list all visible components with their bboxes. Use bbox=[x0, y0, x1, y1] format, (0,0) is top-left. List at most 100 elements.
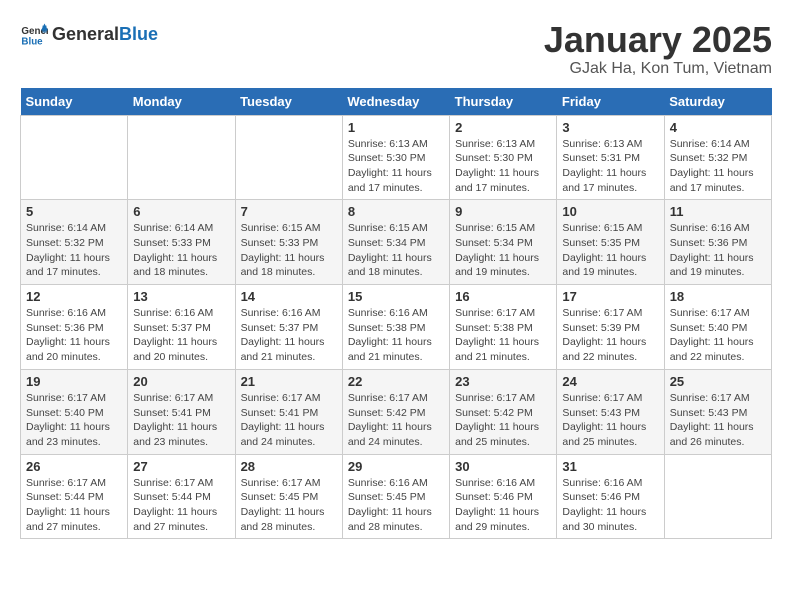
week-row-1: 1 Sunrise: 6:13 AMSunset: 5:30 PMDaylight… bbox=[21, 115, 772, 200]
day-info: Sunrise: 6:17 AMSunset: 5:44 PMDaylight:… bbox=[133, 476, 229, 535]
calendar-cell: 23 Sunrise: 6:17 AMSunset: 5:42 PMDayligh… bbox=[450, 369, 557, 454]
calendar-cell bbox=[21, 115, 128, 200]
title-block: January 2025 GJak Ha, Kon Tum, Vietnam bbox=[544, 20, 772, 78]
day-number: 19 bbox=[26, 374, 122, 389]
weekday-header-sunday: Sunday bbox=[21, 88, 128, 116]
calendar-cell: 21 Sunrise: 6:17 AMSunset: 5:41 PMDayligh… bbox=[235, 369, 342, 454]
day-number: 21 bbox=[241, 374, 337, 389]
day-number: 18 bbox=[670, 289, 766, 304]
weekday-header-wednesday: Wednesday bbox=[342, 88, 449, 116]
weekday-header-tuesday: Tuesday bbox=[235, 88, 342, 116]
calendar-cell: 29 Sunrise: 6:16 AMSunset: 5:45 PMDayligh… bbox=[342, 454, 449, 539]
day-number: 5 bbox=[26, 204, 122, 219]
calendar-cell: 8 Sunrise: 6:15 AMSunset: 5:34 PMDaylight… bbox=[342, 200, 449, 285]
calendar-cell bbox=[128, 115, 235, 200]
day-info: Sunrise: 6:16 AMSunset: 5:38 PMDaylight:… bbox=[348, 306, 444, 365]
calendar-cell: 19 Sunrise: 6:17 AMSunset: 5:40 PMDayligh… bbox=[21, 369, 128, 454]
day-number: 28 bbox=[241, 459, 337, 474]
calendar-subtitle: GJak Ha, Kon Tum, Vietnam bbox=[544, 60, 772, 78]
calendar-cell: 16Sunrise: 6:17 AMSunset: 5:38 PMDayligh… bbox=[450, 285, 557, 370]
calendar-cell: 22 Sunrise: 6:17 AMSunset: 5:42 PMDayligh… bbox=[342, 369, 449, 454]
day-info: Sunrise: 6:16 AMSunset: 5:37 PMDaylight:… bbox=[133, 306, 229, 365]
calendar-table: SundayMondayTuesdayWednesdayThursdayFrid… bbox=[20, 88, 772, 540]
week-row-2: 5 Sunrise: 6:14 AMSunset: 5:32 PMDaylight… bbox=[21, 200, 772, 285]
day-number: 25 bbox=[670, 374, 766, 389]
weekday-header-thursday: Thursday bbox=[450, 88, 557, 116]
day-info: Sunrise: 6:13 AMSunset: 5:30 PMDaylight:… bbox=[348, 137, 444, 196]
day-number: 17 bbox=[562, 289, 658, 304]
calendar-cell: 28 Sunrise: 6:17 AMSunset: 5:45 PMDayligh… bbox=[235, 454, 342, 539]
day-info: Sunrise: 6:16 AMSunset: 5:46 PMDaylight:… bbox=[455, 476, 551, 535]
day-number: 23 bbox=[455, 374, 551, 389]
day-info: Sunrise: 6:17 AMSunset: 5:43 PMDaylight:… bbox=[670, 391, 766, 450]
day-number: 7 bbox=[241, 204, 337, 219]
day-number: 26 bbox=[26, 459, 122, 474]
week-row-5: 26 Sunrise: 6:17 AMSunset: 5:44 PMDayligh… bbox=[21, 454, 772, 539]
calendar-cell: 24 Sunrise: 6:17 AMSunset: 5:43 PMDayligh… bbox=[557, 369, 664, 454]
calendar-cell: 1 Sunrise: 6:13 AMSunset: 5:30 PMDaylight… bbox=[342, 115, 449, 200]
calendar-cell: 9Sunrise: 6:15 AMSunset: 5:34 PMDaylight… bbox=[450, 200, 557, 285]
day-info: Sunrise: 6:17 AMSunset: 5:41 PMDaylight:… bbox=[241, 391, 337, 450]
day-info: Sunrise: 6:16 AMSunset: 5:46 PMDaylight:… bbox=[562, 476, 658, 535]
day-info: Sunrise: 6:17 AMSunset: 5:45 PMDaylight:… bbox=[241, 476, 337, 535]
logo-general-text: General bbox=[52, 25, 119, 43]
day-info: Sunrise: 6:15 AMSunset: 5:34 PMDaylight:… bbox=[348, 221, 444, 280]
calendar-cell: 11 Sunrise: 6:16 AMSunset: 5:36 PMDayligh… bbox=[664, 200, 771, 285]
day-info: Sunrise: 6:15 AMSunset: 5:35 PMDaylight:… bbox=[562, 221, 658, 280]
day-number: 22 bbox=[348, 374, 444, 389]
calendar-cell: 6Sunrise: 6:14 AMSunset: 5:33 PMDaylight… bbox=[128, 200, 235, 285]
day-number: 6 bbox=[133, 204, 229, 219]
day-info: Sunrise: 6:14 AMSunset: 5:32 PMDaylight:… bbox=[670, 137, 766, 196]
day-number: 20 bbox=[133, 374, 229, 389]
day-info: Sunrise: 6:13 AMSunset: 5:31 PMDaylight:… bbox=[562, 137, 658, 196]
day-number: 12 bbox=[26, 289, 122, 304]
calendar-cell: 14Sunrise: 6:16 AMSunset: 5:37 PMDayligh… bbox=[235, 285, 342, 370]
day-info: Sunrise: 6:16 AMSunset: 5:45 PMDaylight:… bbox=[348, 476, 444, 535]
calendar-cell: 26 Sunrise: 6:17 AMSunset: 5:44 PMDayligh… bbox=[21, 454, 128, 539]
day-info: Sunrise: 6:15 AMSunset: 5:34 PMDaylight:… bbox=[455, 221, 551, 280]
calendar-cell: 20 Sunrise: 6:17 AMSunset: 5:41 PMDayligh… bbox=[128, 369, 235, 454]
calendar-cell: 7Sunrise: 6:15 AMSunset: 5:33 PMDaylight… bbox=[235, 200, 342, 285]
week-row-4: 19 Sunrise: 6:17 AMSunset: 5:40 PMDayligh… bbox=[21, 369, 772, 454]
day-number: 29 bbox=[348, 459, 444, 474]
day-info: Sunrise: 6:17 AMSunset: 5:43 PMDaylight:… bbox=[562, 391, 658, 450]
calendar-cell: 30Sunrise: 6:16 AMSunset: 5:46 PMDayligh… bbox=[450, 454, 557, 539]
calendar-cell bbox=[664, 454, 771, 539]
calendar-cell: 3Sunrise: 6:13 AMSunset: 5:31 PMDaylight… bbox=[557, 115, 664, 200]
calendar-cell: 27 Sunrise: 6:17 AMSunset: 5:44 PMDayligh… bbox=[128, 454, 235, 539]
day-info: Sunrise: 6:17 AMSunset: 5:39 PMDaylight:… bbox=[562, 306, 658, 365]
day-number: 10 bbox=[562, 204, 658, 219]
day-info: Sunrise: 6:17 AMSunset: 5:40 PMDaylight:… bbox=[670, 306, 766, 365]
day-number: 27 bbox=[133, 459, 229, 474]
day-info: Sunrise: 6:14 AMSunset: 5:32 PMDaylight:… bbox=[26, 221, 122, 280]
week-row-3: 12 Sunrise: 6:16 AMSunset: 5:36 PMDayligh… bbox=[21, 285, 772, 370]
day-info: Sunrise: 6:16 AMSunset: 5:36 PMDaylight:… bbox=[670, 221, 766, 280]
day-info: Sunrise: 6:17 AMSunset: 5:44 PMDaylight:… bbox=[26, 476, 122, 535]
day-info: Sunrise: 6:16 AMSunset: 5:36 PMDaylight:… bbox=[26, 306, 122, 365]
day-number: 31 bbox=[562, 459, 658, 474]
logo-blue-text: Blue bbox=[119, 25, 158, 43]
calendar-cell: 25 Sunrise: 6:17 AMSunset: 5:43 PMDayligh… bbox=[664, 369, 771, 454]
logo-icon: General Blue bbox=[20, 20, 48, 48]
day-number: 11 bbox=[670, 204, 766, 219]
day-number: 8 bbox=[348, 204, 444, 219]
logo: General Blue GeneralBlue bbox=[20, 20, 158, 48]
day-number: 14 bbox=[241, 289, 337, 304]
calendar-cell: 31 Sunrise: 6:16 AMSunset: 5:46 PMDayligh… bbox=[557, 454, 664, 539]
day-info: Sunrise: 6:13 AMSunset: 5:30 PMDaylight:… bbox=[455, 137, 551, 196]
weekday-header-saturday: Saturday bbox=[664, 88, 771, 116]
calendar-cell: 2Sunrise: 6:13 AMSunset: 5:30 PMDaylight… bbox=[450, 115, 557, 200]
day-info: Sunrise: 6:17 AMSunset: 5:40 PMDaylight:… bbox=[26, 391, 122, 450]
day-number: 1 bbox=[348, 120, 444, 135]
day-info: Sunrise: 6:17 AMSunset: 5:42 PMDaylight:… bbox=[455, 391, 551, 450]
day-number: 13 bbox=[133, 289, 229, 304]
calendar-title: January 2025 bbox=[544, 20, 772, 60]
calendar-cell: 5 Sunrise: 6:14 AMSunset: 5:32 PMDaylight… bbox=[21, 200, 128, 285]
day-info: Sunrise: 6:17 AMSunset: 5:41 PMDaylight:… bbox=[133, 391, 229, 450]
weekday-header-monday: Monday bbox=[128, 88, 235, 116]
day-number: 24 bbox=[562, 374, 658, 389]
day-info: Sunrise: 6:17 AMSunset: 5:42 PMDaylight:… bbox=[348, 391, 444, 450]
weekday-header-friday: Friday bbox=[557, 88, 664, 116]
calendar-cell bbox=[235, 115, 342, 200]
calendar-cell: 18 Sunrise: 6:17 AMSunset: 5:40 PMDayligh… bbox=[664, 285, 771, 370]
